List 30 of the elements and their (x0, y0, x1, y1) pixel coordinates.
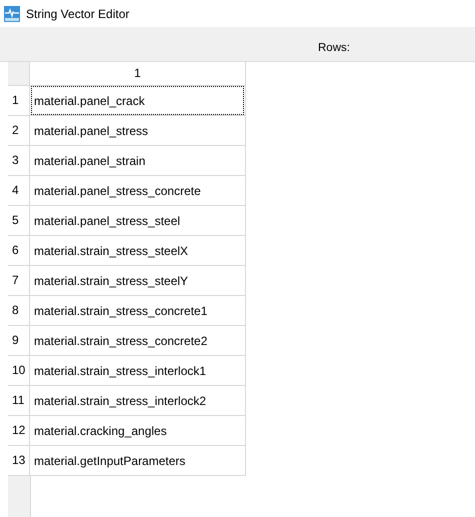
row-header[interactable]: 8 (8, 296, 30, 326)
row-header[interactable]: 4 (8, 176, 30, 206)
window-title: String Vector Editor (26, 6, 130, 20)
row-header[interactable]: 10 (8, 356, 30, 386)
table-cell[interactable]: material.strain_stress_concrete1 (30, 296, 246, 326)
row-header[interactable]: 13 (8, 446, 30, 476)
table-cell[interactable]: material.strain_stress_interlock2 (30, 386, 246, 416)
app-logo-icon (4, 6, 20, 22)
table-cell[interactable]: material.strain_stress_steelX (30, 236, 246, 266)
row-header[interactable]: 11 (8, 386, 30, 416)
table-cell[interactable]: material.strain_stress_steelY (30, 266, 246, 296)
table-cell[interactable]: material.panel_strain (30, 146, 246, 176)
row-header[interactable]: 9 (8, 326, 30, 356)
row-header[interactable]: 7 (8, 266, 30, 296)
table-cell[interactable]: material.cracking_angles (30, 416, 246, 446)
table-cell[interactable]: material.panel_stress (30, 116, 246, 146)
table-cell[interactable]: material.panel_stress_concrete (30, 176, 246, 206)
row-header[interactable]: 12 (8, 416, 30, 446)
table-cell[interactable]: material.strain_stress_concrete2 (30, 326, 246, 356)
column-header[interactable]: 1 (30, 62, 246, 86)
row-header[interactable]: 2 (8, 116, 30, 146)
rows-label: Rows: (318, 42, 350, 54)
row-header[interactable]: 5 (8, 206, 30, 236)
table-cell[interactable]: material.getInputParameters (30, 446, 246, 476)
row-header[interactable]: 6 (8, 236, 30, 266)
row-header[interactable]: 1 (8, 86, 30, 116)
table-cell[interactable]: material.strain_stress_interlock1 (30, 356, 246, 386)
table-cell[interactable]: material.panel_crack (30, 86, 246, 116)
row-header[interactable]: 3 (8, 146, 30, 176)
table-cell[interactable]: material.panel_stress_steel (30, 206, 246, 236)
